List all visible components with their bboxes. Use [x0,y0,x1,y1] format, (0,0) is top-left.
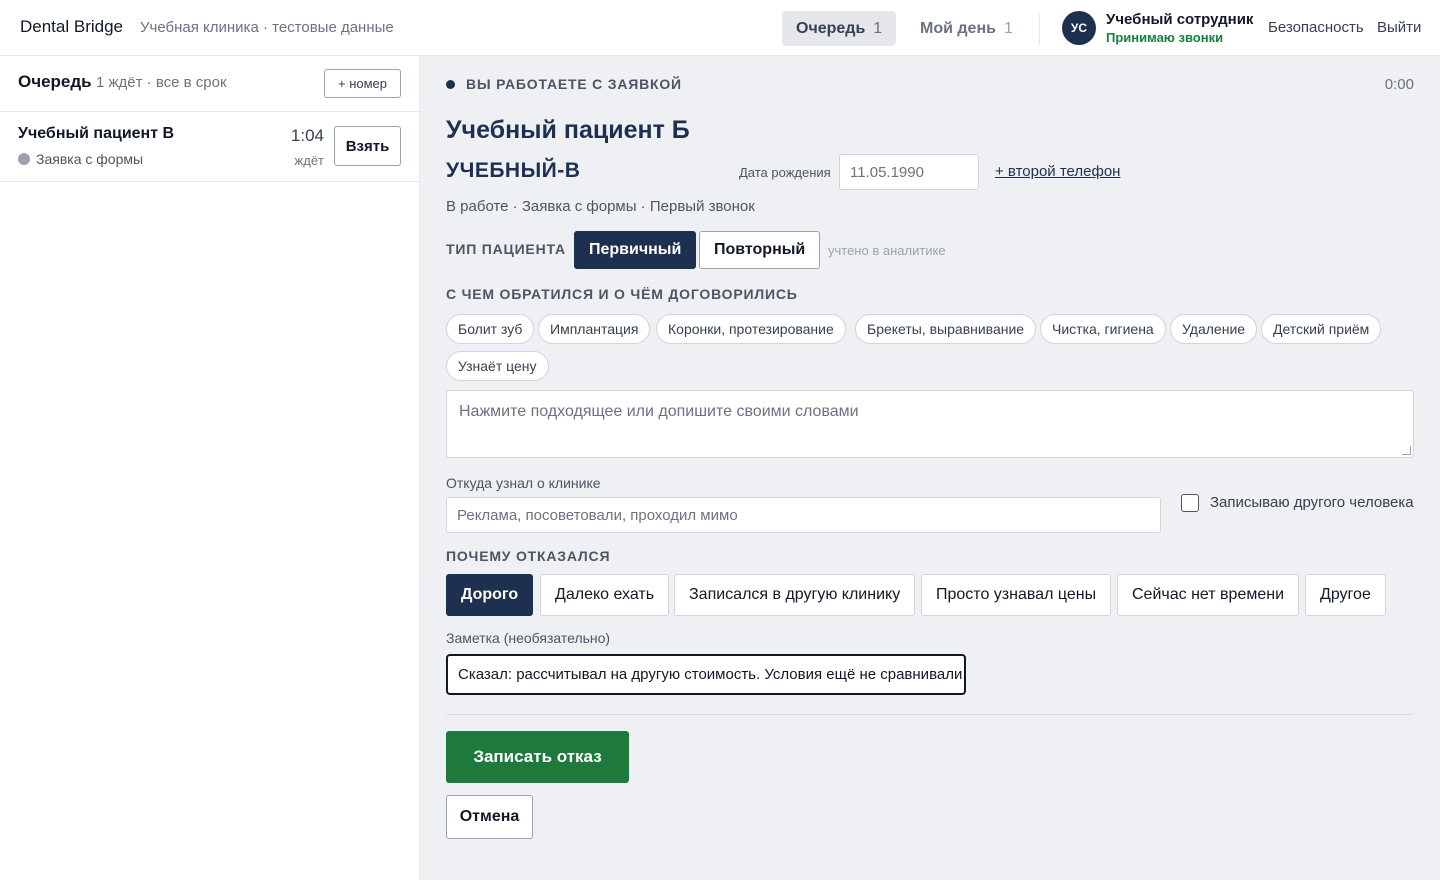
note-input[interactable]: Сказал: рассчитывал на другую стоимость.… [446,654,966,695]
logout-link[interactable]: Выйти [1377,19,1421,36]
refusal-reason-button[interactable]: Сейчас нет времени [1117,574,1300,616]
queue-item[interactable]: Учебный пациент В Заявка с формы 1:04 жд… [0,112,419,182]
patient-name: Учебный пациент Б [446,116,690,144]
form-divider [446,714,1414,715]
nav-tab-count: 1 [1003,19,1013,37]
nav-tab-queue[interactable]: Очередь 1 [782,11,897,46]
brand-logo[interactable]: Dental Bridge [20,17,123,37]
topic-chip[interactable]: Коронки, протезирование [656,314,846,344]
status-dot-icon [18,153,30,165]
topic-chip[interactable]: Болит зуб [446,314,535,344]
avatar[interactable]: УС [1062,11,1096,45]
refusal-reason-button[interactable]: Просто узнавал цены [921,574,1112,616]
cancel-button[interactable]: Отмена [446,795,533,839]
refusal-reason-button[interactable]: Дорого [446,574,534,616]
add-second-phone-link[interactable]: + второй телефон [995,163,1120,180]
topic-chip[interactable]: Удаление [1170,314,1258,344]
user-name: Учебный сотрудник [1106,11,1254,28]
call-timer: 0:00 [1384,76,1414,93]
queue-item-name: Учебный пациент В [18,125,175,142]
queue-item-wait-label: ждёт [294,153,324,168]
record-refusal-button[interactable]: Записать отказ [446,731,629,783]
source-label: Откуда узнал о клинике [446,475,601,491]
refusal-reason-button[interactable]: Записался в другую клинику [674,574,916,616]
topic-chip[interactable]: Чистка, гигиена [1040,314,1166,344]
resize-handle-icon[interactable] [1402,446,1411,455]
patient-type-primary-button[interactable]: Первичный [574,231,697,269]
other-person-checkbox[interactable] [1181,494,1199,512]
security-link[interactable]: Безопасность [1268,19,1364,36]
queue-item-time: 1:04 [290,126,324,145]
refusal-reason-label: ПОЧЕМУ ОТКАЗАЛСЯ [446,548,611,564]
nav-tab-label: Мой день [920,19,996,37]
request-status-line: В работе · Заявка с формы · Первый звоно… [446,198,755,215]
topic-chip[interactable]: Детский приём [1261,314,1382,344]
topic-textarea-placeholder: Нажмите подходящее или допишите своими с… [459,403,859,420]
analytics-note: учтено в аналитике [828,243,946,258]
note-input-value: Сказал: рассчитывал на другую стоимость.… [458,666,966,683]
queue-header: Очередь 1 ждёт · все в срок + номер [0,56,419,112]
dob-label: Дата рождения [739,165,831,180]
topic-chip[interactable]: Имплантация [538,314,651,344]
other-person-label[interactable]: Записываю другого человека [1210,494,1414,511]
top-header: Dental Bridge Учебная клиника · тестовые… [0,0,1440,56]
dob-field[interactable]: 11.05.1990 [839,154,979,190]
queue-item-source: Заявка с формы [36,151,144,167]
topic-textarea[interactable]: Нажмите подходящее или допишите своими с… [446,390,1414,458]
patient-type-repeat-button[interactable]: Повторный [699,231,821,269]
queue-sidebar: Очередь 1 ждёт · все в срок + номер Учеб… [0,56,420,880]
refusal-reason-button[interactable]: Далеко ехать [540,574,670,616]
patient-type-label: ТИП ПАЦИЕНТА [446,241,566,257]
clinic-name: Учебная клиника · тестовые данные [140,19,394,36]
working-dot-icon [446,80,455,89]
topic-chip[interactable]: Узнаёт цену [446,351,549,381]
add-number-button[interactable]: + номер [324,69,401,98]
source-input[interactable]: Реклама, посоветовали, проходил мимо [446,497,1161,533]
working-label: ВЫ РАБОТАЕТЕ С ЗАЯВКОЙ [466,76,682,92]
nav-tab-my-day[interactable]: Мой день 1 [906,11,1027,46]
user-status: Принимаю звонки [1106,30,1224,45]
topic-chip[interactable]: Брекеты, выравнивание [855,314,1037,344]
nav-tab-count: 1 [873,19,883,37]
topic-label: С ЧЕМ ОБРАТИЛСЯ И О ЧЁМ ДОГОВОРИЛИСЬ [446,286,798,302]
nav-tab-label: Очередь [796,19,866,37]
header-divider [1039,13,1040,45]
take-button[interactable]: Взять [334,126,401,166]
note-label: Заметка (необязательно) [446,630,611,646]
request-panel: ВЫ РАБОТАЕТЕ С ЗАЯВКОЙ 0:00 Учебный паци… [420,56,1440,880]
patient-code: УЧЕБНЫЙ-В [446,159,581,182]
queue-title: Очередь [18,72,92,91]
queue-meta: 1 ждёт · все в срок [96,74,227,91]
refusal-reason-button[interactable]: Другое [1305,574,1386,616]
